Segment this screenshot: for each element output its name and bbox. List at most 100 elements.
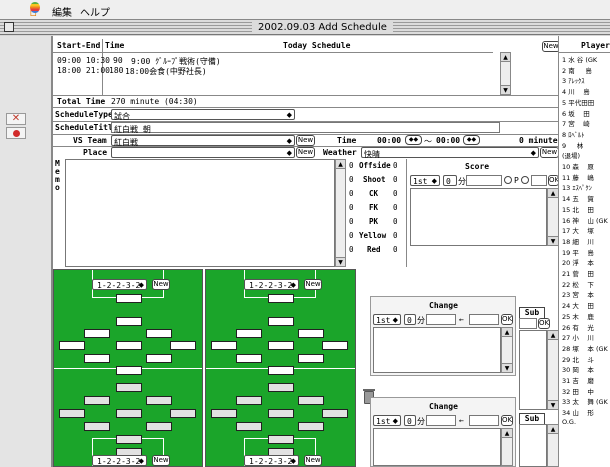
player-list-item[interactable]: 2 南 島 (562, 65, 592, 75)
scroll-down-icon[interactable]: ▼ (501, 85, 510, 94)
left-formation-bottom-new-button[interactable]: New (152, 455, 170, 466)
player-list-item[interactable]: 10 森 原 (562, 161, 594, 171)
left-formation-new-button[interactable]: New (152, 279, 170, 290)
new-weather-button[interactable]: New (540, 147, 559, 158)
stat-red-right[interactable]: 0 (393, 245, 398, 254)
player-list-item[interactable]: 27 小 川 (562, 332, 594, 342)
player-list-item[interactable]: 33 太 舞 (GK (562, 396, 608, 406)
change-list-lower[interactable] (373, 428, 501, 466)
player-slot[interactable] (116, 341, 142, 350)
player-list-item[interactable]: 31 吉 磨 (562, 375, 594, 385)
time-start-stepper-icon[interactable]: ◆◆ (405, 135, 422, 145)
player-slot[interactable] (298, 329, 324, 338)
window-title-bar[interactable]: 2002.09.03 Add Schedule (0, 20, 610, 35)
sub-list-upper[interactable] (519, 330, 547, 410)
player-slot[interactable] (116, 435, 142, 444)
player-list-item[interactable]: 34 山 形 (562, 407, 594, 417)
player-slot[interactable] (84, 329, 110, 338)
scroll-up-icon[interactable]: ▲ (548, 331, 558, 340)
player-slot[interactable] (268, 341, 294, 350)
player-slot[interactable] (146, 422, 172, 431)
player-slot[interactable] (236, 422, 262, 431)
stat-offside-right[interactable]: 0 (393, 161, 398, 170)
player-list-item[interactable]: 19 平 島 (562, 247, 594, 257)
player-slot[interactable] (146, 329, 172, 338)
scroll-down-icon[interactable]: ▼ (336, 257, 345, 266)
player-list-item[interactable]: 13 ｴｽﾍﾟｸﾝ (562, 182, 592, 192)
stat-fk-right[interactable]: 0 (393, 203, 398, 212)
player-list-item[interactable]: 30 岡 本 (562, 364, 594, 374)
sub-ok-button-upper[interactable]: OK (538, 318, 550, 329)
player-slot[interactable] (268, 409, 294, 418)
player-list-item[interactable]: 23 宮 本 (562, 289, 594, 299)
schedule-title-input[interactable]: 紅白戦 朝 (111, 122, 500, 134)
player-slot[interactable] (268, 435, 294, 444)
player-slot[interactable] (146, 396, 172, 405)
player-list-item[interactable]: 29 北 斗 (562, 354, 594, 364)
player-list-item[interactable]: (退場) (562, 150, 580, 160)
scroll-down-icon[interactable]: ▼ (548, 236, 558, 245)
menu-help[interactable]: ヘルプ (80, 4, 110, 19)
player-list-item[interactable]: 32 田 中 (562, 386, 594, 396)
sub-tab-upper[interactable]: Sub (519, 307, 545, 318)
change-in-input-upper[interactable] (469, 314, 499, 325)
stat-pk-left[interactable]: 0 (349, 217, 354, 226)
right-formation-bottom-new-button[interactable]: New (304, 455, 322, 466)
player-slot[interactable] (59, 341, 85, 350)
player-list-item[interactable]: 9 林 (562, 140, 583, 150)
change-half-select-lower[interactable]: 1st ◆ (373, 415, 401, 426)
player-list-item[interactable]: 4 川 島 (562, 86, 590, 96)
right-formation-select[interactable]: 1-2-2-3-2 ◆ (244, 279, 299, 290)
player-slot[interactable] (322, 341, 348, 350)
player-list-item[interactable]: 7 宮 崎 (562, 118, 590, 128)
player-slot[interactable] (84, 422, 110, 431)
player-slot[interactable] (84, 396, 110, 405)
player-slot[interactable] (211, 409, 237, 418)
schedule-scrollbar[interactable]: ▲ ▼ (500, 52, 511, 95)
stat-ck-right[interactable]: 0 (393, 189, 398, 198)
player-slot[interactable] (268, 317, 294, 326)
row2-desc[interactable]: 18:00会食(中野社長) (125, 66, 207, 77)
stat-red-left[interactable]: 0 (349, 245, 354, 254)
player-list-item[interactable]: 15 北 田 (562, 204, 594, 214)
player-slot[interactable] (116, 409, 142, 418)
player-list[interactable]: 1 水 谷 (GK 2 南 島3 ｱﾚｯｸｽ 4 川 島5 平代田田 6 坂 田7 宮… (559, 54, 610, 466)
stat-ck-left[interactable]: 0 (349, 189, 354, 198)
change-scrollbar-upper[interactable]: ▲ ▼ (501, 327, 513, 373)
scroll-up-icon[interactable]: ▲ (502, 328, 512, 337)
right-formation-select-bottom[interactable]: 1-2-2-3-2 ◆ (244, 455, 299, 466)
scroll-up-icon[interactable]: ▲ (548, 425, 558, 434)
apple-logo-icon[interactable] (30, 2, 40, 13)
player-list-item[interactable]: 6 坂 田 (562, 108, 590, 118)
scroll-up-icon[interactable]: ▲ (336, 160, 345, 169)
memo-textarea[interactable] (65, 159, 335, 267)
change-half-select-upper[interactable]: 1st ◆ (373, 314, 401, 325)
player-list-item[interactable]: 8 ﾛﾍﾞﾙﾄ (562, 129, 584, 139)
player-slot[interactable] (170, 409, 196, 418)
player-slot[interactable] (116, 366, 142, 375)
scroll-down-icon[interactable]: ▼ (548, 400, 558, 409)
player-slot[interactable] (236, 396, 262, 405)
player-list-item[interactable]: 1 水 谷 (GK (562, 54, 597, 64)
change-minute-select-lower[interactable]: 0 (404, 415, 416, 426)
record-icon[interactable] (6, 127, 26, 139)
player-slot[interactable] (268, 383, 294, 392)
player-slot[interactable] (322, 409, 348, 418)
player-slot[interactable] (170, 341, 196, 350)
player-slot[interactable] (298, 396, 324, 405)
sub-list-lower[interactable] (519, 424, 547, 467)
player-slot[interactable] (268, 294, 294, 303)
time-end-stepper-icon[interactable]: ◆◆ (463, 135, 480, 145)
player-list-item[interactable]: O.G. (562, 418, 576, 426)
scroll-up-icon[interactable]: ▲ (502, 429, 512, 438)
scroll-up-icon[interactable]: ▲ (501, 53, 510, 62)
player-list-item[interactable]: 26 有 光 (562, 322, 594, 332)
weather-select[interactable]: 快晴 ◆ (361, 147, 539, 159)
player-slot[interactable] (59, 409, 85, 418)
player-slot[interactable] (116, 294, 142, 303)
player-slot[interactable] (298, 354, 324, 363)
player-list-item[interactable]: 22 松 下 (562, 279, 594, 289)
stat-pk-right[interactable]: 0 (393, 217, 398, 226)
player-list-item[interactable]: 17 大 塚 (562, 225, 594, 235)
change-out-input-upper[interactable] (426, 314, 456, 325)
